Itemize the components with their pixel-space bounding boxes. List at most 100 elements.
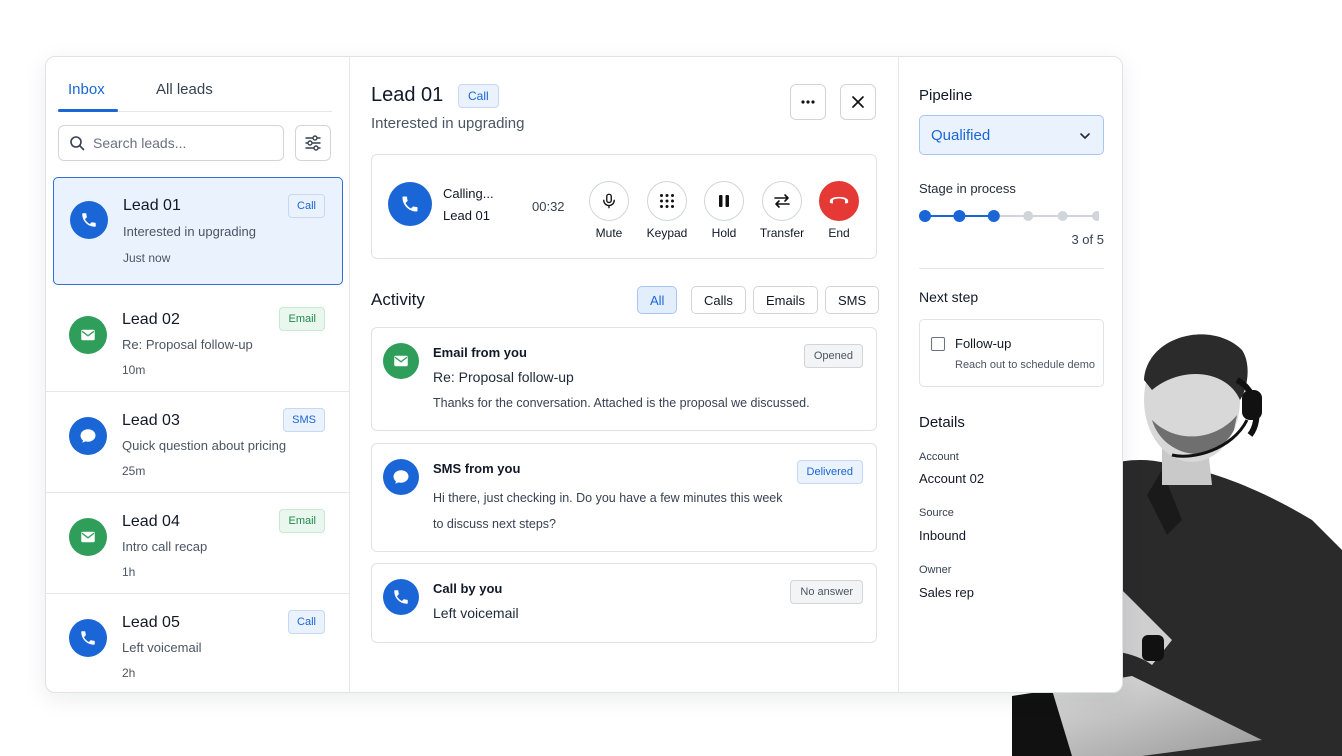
mail-icon	[69, 316, 107, 354]
filter-button[interactable]	[295, 125, 331, 161]
end-call-button[interactable]: End	[809, 181, 869, 240]
crm-window: Inbox All leads Lead	[45, 56, 1123, 693]
lead-tabs: Inbox All leads	[58, 57, 332, 112]
filter-emails[interactable]: Emails	[753, 286, 819, 314]
close-button[interactable]	[840, 84, 876, 120]
active-tab-indicator	[58, 109, 118, 112]
chat-bubble-icon	[69, 417, 107, 455]
list-item[interactable]: Lead 03 Quick question about pricing 25m…	[46, 392, 349, 493]
mute-label: Mute	[595, 226, 623, 240]
lead-name: Lead 01	[123, 197, 181, 214]
tab-inbox[interactable]: Inbox	[68, 81, 105, 98]
lead-subject: Quick question about pricing	[122, 438, 287, 453]
activity-subject: Left voicemail	[433, 605, 519, 621]
more-options-button[interactable]	[790, 84, 826, 120]
hold-button[interactable]: Hold	[694, 181, 754, 240]
microphone-icon	[603, 193, 615, 209]
activity-body: Thanks for the conversation. Attached is…	[433, 396, 810, 410]
lead-time: 10m	[122, 363, 146, 377]
channel-badge: SMS	[283, 408, 325, 432]
lead-subtitle: Interested in upgrading	[371, 115, 525, 132]
activity-item-call[interactable]: Call by you Left voicemail No answer	[371, 563, 877, 643]
lead-detail-panel: Lead 01 Call Interested in upgrading Cal…	[350, 57, 899, 692]
status-badge: Delivered	[796, 460, 863, 484]
next-step-card: Follow-up Reach out to schedule demo	[919, 319, 1104, 387]
source-label: Source	[919, 507, 954, 519]
transfer-arrows-icon	[774, 194, 790, 208]
call-status: Calling...	[443, 186, 494, 201]
lead-name: Lead 03	[122, 412, 180, 429]
lead-time: Just now	[123, 251, 171, 265]
stage-progress	[919, 210, 1099, 222]
activity-heading: Activity	[371, 290, 425, 309]
stage-dot	[1023, 211, 1034, 221]
channel-badge: Call	[458, 84, 499, 108]
activity-subject: Re: Proposal follow-up	[433, 369, 574, 385]
lead-subject: Interested in upgrading	[123, 224, 256, 239]
lead-sidebar: Pipeline Qualified Stage in process 3 of…	[899, 57, 1122, 692]
list-item[interactable]: Lead 05 Left voicemail 2h Call	[46, 594, 349, 692]
owner-value: Sales rep	[919, 585, 974, 600]
stage-count: 3 of 5	[1071, 232, 1104, 247]
lead-name: Lead 02	[122, 311, 180, 328]
account-label: Account	[919, 451, 959, 463]
pause-icon	[719, 195, 729, 207]
stage-dot	[987, 210, 1000, 222]
activity-item-sms[interactable]: SMS from you Hi there, just checking in.…	[371, 443, 877, 552]
more-horizontal-icon	[801, 100, 815, 104]
stage-dot	[1092, 211, 1099, 221]
mail-icon	[69, 518, 107, 556]
search-icon	[70, 136, 85, 151]
phone-icon	[383, 579, 419, 615]
owner-label: Owner	[919, 564, 952, 576]
lead-list-panel: Inbox All leads Lead	[46, 57, 350, 692]
lead-name: Lead 04	[122, 513, 180, 530]
search-box[interactable]	[58, 125, 284, 161]
chat-bubble-icon	[383, 459, 419, 495]
page-title: Lead 01	[371, 84, 444, 106]
lead-list: Lead 01 Interested in upgrading Just now…	[46, 175, 349, 692]
list-item[interactable]: Lead 04 Intro call recap 1h Email	[46, 493, 349, 594]
pipeline-selected: Qualified	[931, 126, 991, 144]
activity-body: Hi there, just checking in. Do you have …	[433, 491, 783, 531]
filter-sms[interactable]: SMS	[825, 286, 880, 314]
end-label: End	[828, 226, 850, 240]
activity-item-email[interactable]: Email from you Re: Proposal follow-up Th…	[371, 327, 877, 431]
lead-name: Lead 05	[122, 614, 180, 631]
task-checkbox[interactable]	[931, 337, 945, 351]
pipeline-heading: Pipeline	[919, 87, 973, 104]
channel-badge: Call	[288, 610, 325, 634]
lead-time: 25m	[122, 464, 146, 478]
lead-subject: Re: Proposal follow-up	[122, 337, 253, 352]
hang-up-icon	[829, 196, 849, 204]
status-badge: No answer	[790, 580, 863, 604]
tab-all-leads[interactable]: All leads	[156, 81, 213, 98]
hold-label: Hold	[711, 226, 737, 240]
phone-icon	[388, 182, 432, 226]
keypad-button[interactable]: Keypad	[637, 181, 697, 240]
filter-calls[interactable]: Calls	[691, 286, 746, 314]
phone-icon	[69, 619, 107, 657]
activity-title: SMS from you	[433, 461, 521, 476]
list-item[interactable]: Lead 02 Re: Proposal follow-up 10m Email	[46, 291, 349, 392]
active-call-panel: Calling... Lead 01 00:32 Mute Keypad Hol…	[371, 154, 877, 259]
search-input[interactable]	[93, 135, 273, 151]
status-badge: Opened	[803, 344, 863, 368]
call-lead-name: Lead 01	[443, 208, 490, 223]
pipeline-dropdown[interactable]: Qualified	[919, 115, 1104, 155]
activity-title: Email from you	[433, 345, 527, 360]
mute-button[interactable]: Mute	[579, 181, 639, 240]
stage-dot	[953, 210, 966, 222]
keypad-label: Keypad	[646, 226, 688, 240]
list-item[interactable]: Lead 01 Interested in upgrading Just now…	[53, 177, 343, 285]
transfer-button[interactable]: Transfer	[752, 181, 812, 240]
stage-dot	[919, 210, 931, 222]
lead-subject: Intro call recap	[122, 539, 208, 554]
call-timer: 00:32	[532, 199, 565, 214]
transfer-label: Transfer	[759, 226, 805, 240]
close-icon	[852, 96, 864, 108]
lead-subject: Left voicemail	[122, 640, 202, 655]
next-step-heading: Next step	[919, 289, 979, 305]
lead-time: 2h	[122, 666, 136, 680]
filter-all[interactable]: All	[637, 286, 678, 314]
